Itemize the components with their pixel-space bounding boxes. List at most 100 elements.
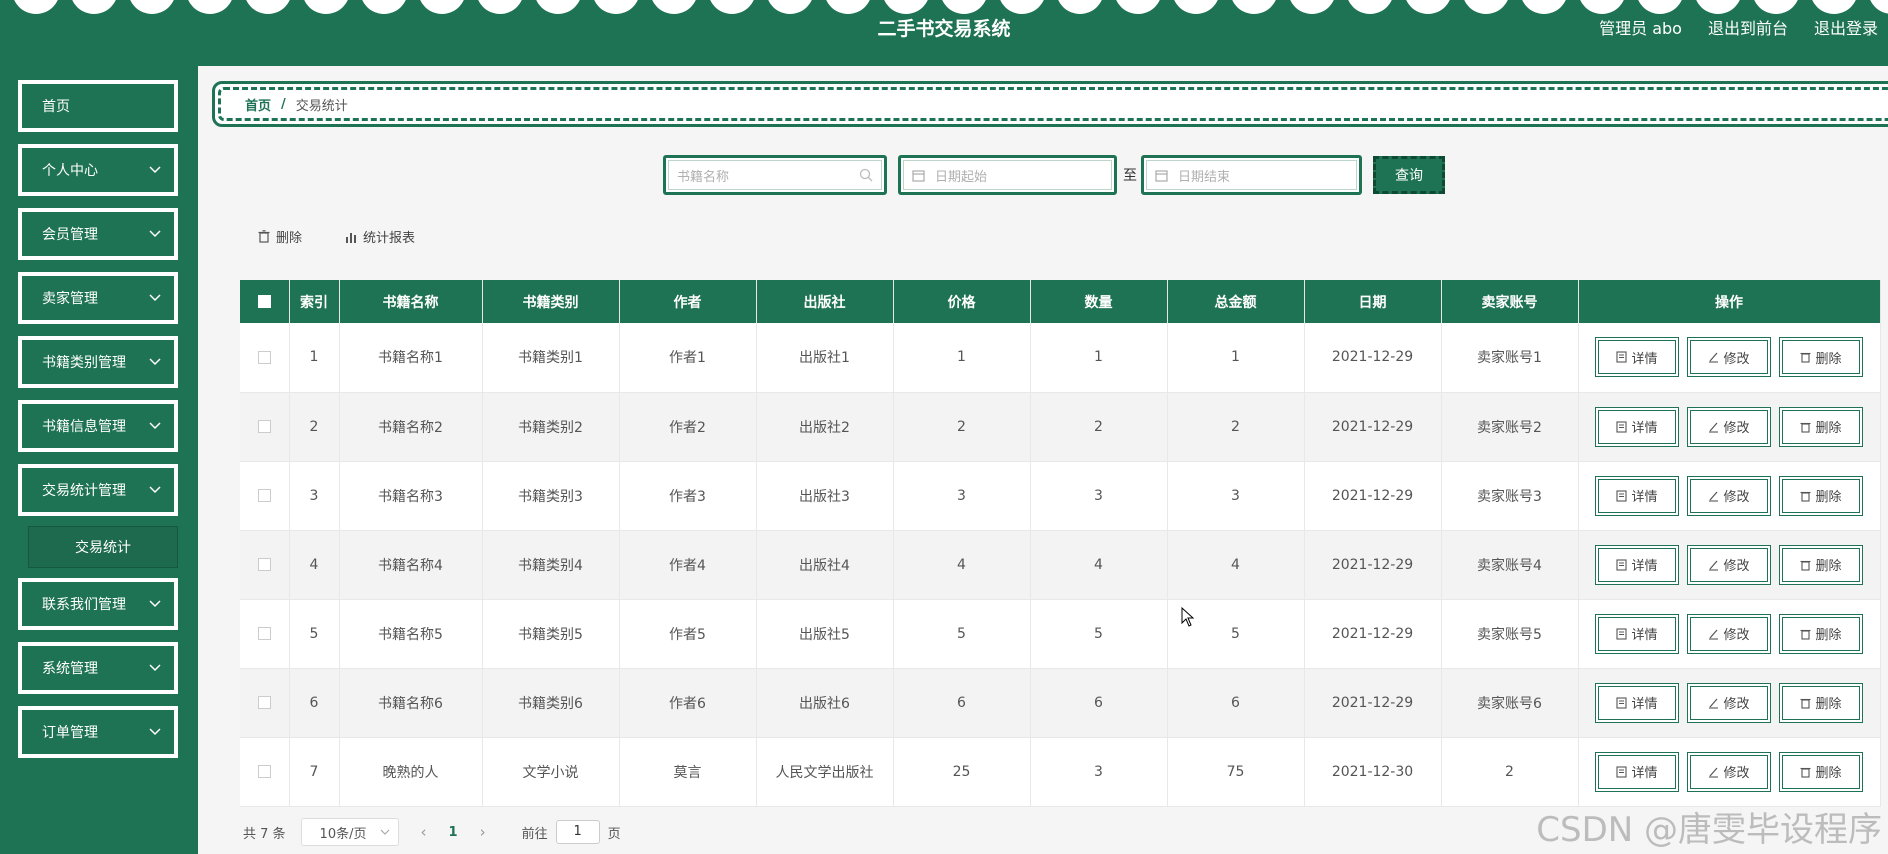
select-all-checkbox[interactable] xyxy=(257,295,271,308)
sidebar-menu-item[interactable]: 书籍类别管理 xyxy=(18,336,178,388)
row-select-cell[interactable] xyxy=(240,530,290,600)
chevron-down-icon xyxy=(380,829,389,835)
table-cell: 卖家账号6 xyxy=(1441,668,1579,738)
edit-icon xyxy=(1709,767,1719,778)
trash-icon xyxy=(1800,422,1811,433)
query-button[interactable]: 查询 xyxy=(1373,156,1445,194)
chevron-down-icon xyxy=(149,728,161,736)
exit-to-frontend-link[interactable]: 退出到前台 xyxy=(1708,15,1788,39)
prev-page-button[interactable]: ‹ xyxy=(421,823,427,841)
column-header: 卖家账号 xyxy=(1441,280,1579,323)
delete-button[interactable]: 删除 xyxy=(1779,337,1863,378)
edit-button[interactable]: 修改 xyxy=(1687,613,1771,654)
table-cell: 书籍类别1 xyxy=(482,323,620,393)
sidebar-menu-item[interactable]: 书籍信息管理 xyxy=(18,400,178,452)
date-end-input[interactable]: 日期结束 xyxy=(1141,155,1362,195)
trash-icon xyxy=(258,230,270,243)
book-name-search-input[interactable]: 书籍名称 xyxy=(663,155,887,195)
chevron-down-icon xyxy=(149,230,161,238)
delete-button[interactable]: 删除 xyxy=(1779,682,1863,723)
sidebar-menu-item[interactable]: 订单管理 xyxy=(18,706,178,758)
row-actions-cell: 详情 修改 删除 xyxy=(1578,392,1881,462)
detail-button[interactable]: 详情 xyxy=(1595,613,1679,654)
select-all-header[interactable] xyxy=(240,280,290,323)
edit-button[interactable]: 修改 xyxy=(1687,544,1771,585)
trash-icon xyxy=(1800,491,1811,502)
column-header: 日期 xyxy=(1304,280,1442,323)
sidebar-menu-label: 书籍类别管理 xyxy=(42,355,126,371)
bar-chart-icon xyxy=(346,232,356,243)
search-icon xyxy=(859,168,873,182)
table-cell: 4 xyxy=(1030,530,1168,600)
edit-button[interactable]: 修改 xyxy=(1687,337,1771,378)
table-cell: 3 xyxy=(1030,737,1168,807)
sidebar-menu-item[interactable]: 联系我们管理 xyxy=(18,578,178,630)
sidebar-menu-item[interactable]: 交易统计管理 xyxy=(18,464,178,516)
table-cell: 1 xyxy=(1167,323,1305,393)
detail-button[interactable]: 详情 xyxy=(1595,406,1679,447)
sidebar-menu-item[interactable]: 首页 xyxy=(18,80,178,132)
row-checkbox[interactable] xyxy=(257,558,271,571)
breadcrumb-home[interactable]: 首页 xyxy=(245,95,271,114)
logout-link[interactable]: 退出登录 xyxy=(1814,15,1878,39)
delete-button[interactable]: 删除 xyxy=(1779,544,1863,585)
detail-button[interactable]: 详情 xyxy=(1595,751,1679,792)
delete-button[interactable]: 删除 xyxy=(1779,475,1863,516)
page-size-select[interactable]: 10条/页 xyxy=(300,818,399,846)
column-header: 索引 xyxy=(289,280,340,323)
edit-button[interactable]: 修改 xyxy=(1687,406,1771,447)
detail-button[interactable]: 详情 xyxy=(1595,544,1679,585)
row-select-cell[interactable] xyxy=(240,461,290,531)
row-select-cell[interactable] xyxy=(240,668,290,738)
edit-button[interactable]: 修改 xyxy=(1687,682,1771,723)
edit-label: 修改 xyxy=(1723,766,1750,781)
edit-button[interactable]: 修改 xyxy=(1687,751,1771,792)
date-end-placeholder: 日期结束 xyxy=(1178,169,1231,185)
next-page-button[interactable]: › xyxy=(480,823,486,841)
delete-button[interactable]: 删除 xyxy=(1779,406,1863,447)
chevron-down-icon xyxy=(149,422,161,430)
sidebar-menu-item[interactable]: 卖家管理 xyxy=(18,272,178,324)
delete-label: 删除 xyxy=(1815,559,1842,574)
delete-button[interactable]: 删除 xyxy=(1779,613,1863,654)
sidebar-menu-item[interactable]: 会员管理 xyxy=(18,208,178,260)
row-select-cell[interactable] xyxy=(240,392,290,462)
delete-button[interactable]: 删除 xyxy=(1779,751,1863,792)
row-checkbox[interactable] xyxy=(257,627,271,640)
book-name-placeholder: 书籍名称 xyxy=(677,169,730,185)
row-actions-cell: 详情 修改 删除 xyxy=(1578,461,1881,531)
admin-user-link[interactable]: 管理员 abo xyxy=(1599,15,1682,39)
row-checkbox[interactable] xyxy=(257,420,271,433)
detail-button[interactable]: 详情 xyxy=(1595,682,1679,723)
row-select-cell[interactable] xyxy=(240,323,290,393)
current-page[interactable]: 1 xyxy=(449,825,458,840)
date-start-input[interactable]: 日期起始 xyxy=(898,155,1117,195)
row-checkbox[interactable] xyxy=(257,765,271,778)
table-cell: 25 xyxy=(893,737,1031,807)
sidebar-menu-item[interactable]: 个人中心 xyxy=(18,144,178,196)
statistics-report-button[interactable]: 统计报表 xyxy=(345,227,415,246)
sidebar-menu-label: 卖家管理 xyxy=(42,291,98,307)
goto-page-input[interactable]: 1 xyxy=(555,820,600,844)
row-actions-cell: 详情 修改 删除 xyxy=(1578,668,1881,738)
detail-button[interactable]: 详情 xyxy=(1595,337,1679,378)
table-cell: 2 xyxy=(1167,392,1305,462)
detail-label: 详情 xyxy=(1631,421,1658,436)
edit-label: 修改 xyxy=(1723,421,1750,436)
row-checkbox[interactable] xyxy=(257,489,271,502)
breadcrumb-separator: / xyxy=(281,96,286,112)
edit-icon xyxy=(1709,698,1719,709)
table-cell: 出版社5 xyxy=(756,599,894,669)
sidebar-menu-label: 会员管理 xyxy=(42,227,98,243)
edit-button[interactable]: 修改 xyxy=(1687,475,1771,516)
row-select-cell[interactable] xyxy=(240,599,290,669)
detail-button[interactable]: 详情 xyxy=(1595,475,1679,516)
row-select-cell[interactable] xyxy=(240,737,290,807)
table-cell: 2 xyxy=(1030,392,1168,462)
submenu-item-transaction-stats[interactable]: 交易统计 xyxy=(28,526,178,568)
trash-icon xyxy=(1800,629,1811,640)
sidebar-menu-item[interactable]: 系统管理 xyxy=(18,642,178,694)
batch-delete-button[interactable]: 删除 xyxy=(258,227,302,246)
row-checkbox[interactable] xyxy=(257,696,271,709)
row-checkbox[interactable] xyxy=(257,350,271,364)
